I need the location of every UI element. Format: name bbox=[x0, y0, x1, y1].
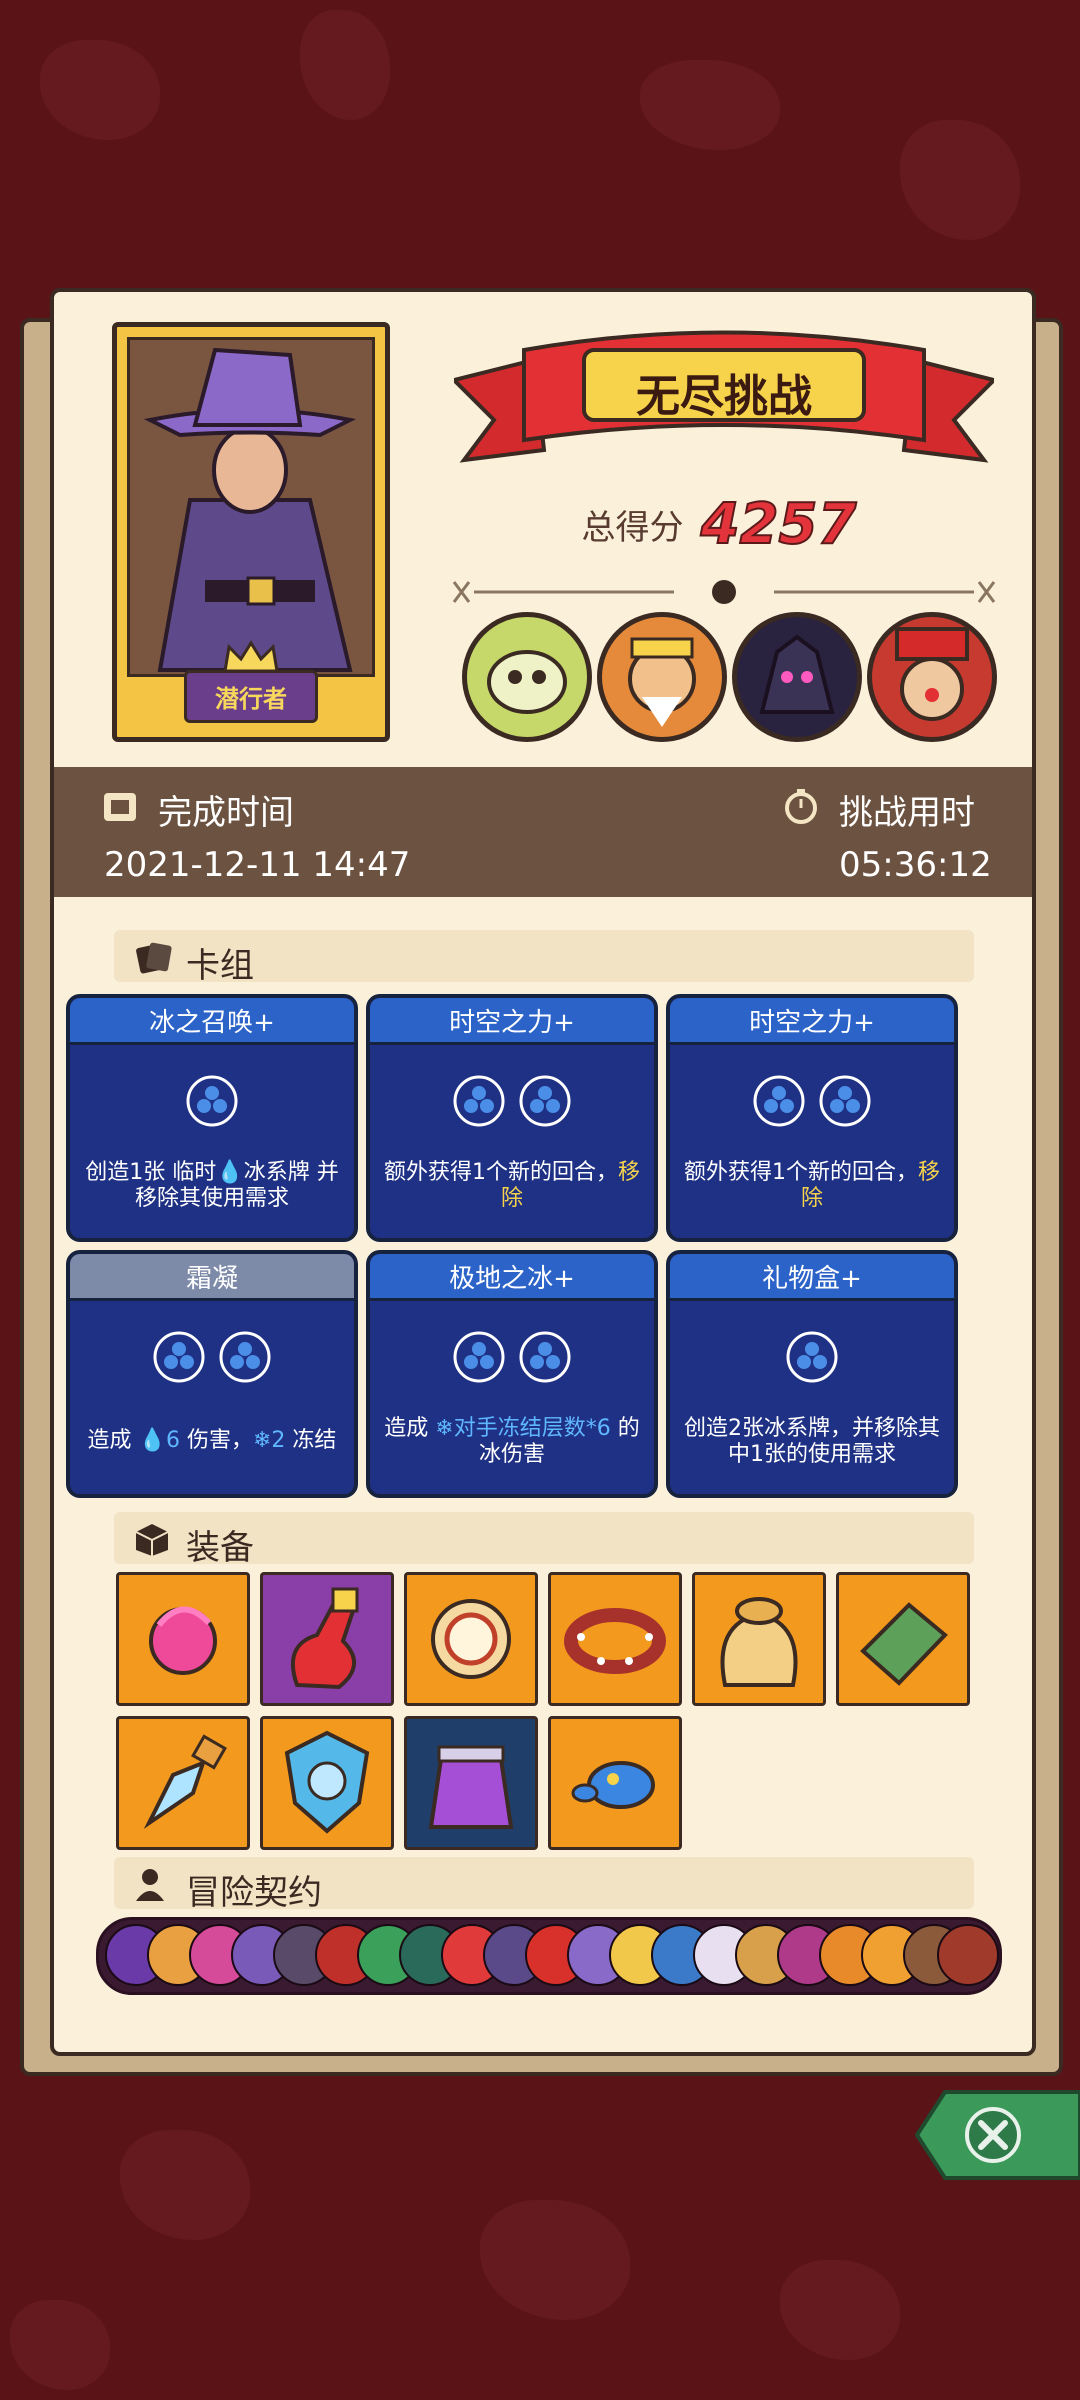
energy-orb-icon bbox=[186, 1075, 238, 1127]
card-header: 冰之召唤+ bbox=[70, 998, 354, 1045]
background-pattern bbox=[300, 10, 390, 120]
energy-orb-icon bbox=[453, 1075, 505, 1127]
result-panel: 潜行者 无尽挑战 总得分 4257 完成时间 2021-12-11 14:47 … bbox=[50, 288, 1036, 2056]
duration-value: 05:36:12 bbox=[839, 845, 992, 885]
energy-orb-icon bbox=[753, 1075, 805, 1127]
card-frost[interactable]: 霜凝 造成 💧6 伤害，❄2 冻结 bbox=[66, 1250, 358, 1498]
background-pattern bbox=[10, 2300, 110, 2390]
card-header: 时空之力+ bbox=[370, 998, 654, 1045]
card-title: 礼物盒+ bbox=[762, 1264, 862, 1294]
deck-section-title: 卡组 bbox=[186, 946, 254, 986]
score-value: 4257 bbox=[700, 491, 858, 558]
box-icon bbox=[135, 1524, 169, 1556]
background-pattern bbox=[780, 2260, 900, 2360]
deck-section-header: 卡组 bbox=[114, 930, 974, 986]
equipment-section-header: 装备 bbox=[114, 1512, 974, 1568]
card-gift-box[interactable]: 礼物盒+ 创造2张冰系牌，并移除其中1张的使用需求 bbox=[666, 1250, 958, 1498]
ice-crystal-icon[interactable] bbox=[116, 1716, 250, 1850]
shadow-boss-icon[interactable] bbox=[732, 612, 862, 742]
challenge-info-bar: 完成时间 2021-12-11 14:47 挑战用时 05:36:12 bbox=[54, 767, 1032, 897]
duration-label: 挑战用时 bbox=[839, 793, 975, 833]
ornament-divider bbox=[452, 580, 996, 604]
card-description: 造成 💧6 伤害，❄2 冻结 bbox=[87, 1428, 337, 1453]
equipment-section-title: 装备 bbox=[186, 1528, 254, 1568]
total-score: 总得分 4257 bbox=[449, 491, 989, 558]
contracts-section-header: 冒险契约 bbox=[114, 1857, 974, 1913]
blue-slime-icon[interactable] bbox=[548, 1716, 682, 1850]
frost-shield-icon[interactable] bbox=[260, 1716, 394, 1850]
card-header: 霜凝 bbox=[70, 1254, 354, 1301]
card-cost bbox=[670, 1330, 954, 1388]
card-description: 创造2张冰系牌，并移除其中1张的使用需求 bbox=[684, 1416, 940, 1467]
background-pattern bbox=[120, 2130, 250, 2240]
card-title: 极地之冰+ bbox=[449, 1264, 575, 1294]
energy-orb-icon bbox=[819, 1075, 871, 1127]
completion-time-value: 2021-12-11 14:47 bbox=[104, 845, 411, 885]
contracts-section-title: 冒险契约 bbox=[186, 1873, 322, 1913]
card-title: 时空之力+ bbox=[449, 1008, 575, 1038]
calendar-icon bbox=[104, 793, 136, 821]
cards-icon bbox=[136, 942, 172, 974]
skeleton-boss-icon[interactable] bbox=[462, 612, 592, 742]
purple-jug-icon[interactable] bbox=[404, 1716, 538, 1850]
card-description: 额外获得1个新的回合，移除 bbox=[383, 1160, 640, 1211]
endless-challenge-banner: 无尽挑战 bbox=[450, 320, 998, 480]
character-name: 潜行者 bbox=[184, 670, 318, 723]
card-title: 霜凝 bbox=[185, 1264, 238, 1294]
card-cost bbox=[370, 1074, 654, 1132]
sage-boss-icon[interactable] bbox=[597, 612, 727, 742]
energy-orb-icon bbox=[453, 1331, 505, 1383]
character-portrait[interactable]: 潜行者 bbox=[112, 322, 390, 742]
completion-time-label: 完成时间 bbox=[158, 793, 294, 833]
stopwatch-icon bbox=[785, 789, 817, 824]
energy-orb-icon bbox=[153, 1331, 205, 1383]
energy-orb-icon bbox=[786, 1331, 838, 1383]
clown-boss-icon[interactable] bbox=[867, 612, 997, 742]
background-pattern bbox=[900, 120, 1020, 240]
card-cost bbox=[370, 1330, 654, 1388]
person-icon bbox=[136, 1869, 164, 1901]
card-cost bbox=[70, 1074, 354, 1132]
card-header: 极地之冰+ bbox=[370, 1254, 654, 1301]
card-polar-ice[interactable]: 极地之冰+ 造成 ❄对手冻结层数*6 的冰伤害 bbox=[366, 1250, 658, 1498]
card-description: 创造1张 临时💧冰系牌 并移除其使用需求 bbox=[85, 1160, 339, 1211]
red-potion-icon[interactable] bbox=[260, 1572, 394, 1706]
card-title: 冰之召唤+ bbox=[149, 1008, 275, 1038]
background-pattern bbox=[480, 2200, 630, 2320]
gold-sack-icon[interactable] bbox=[692, 1572, 826, 1706]
card-ice-summon[interactable]: 冰之召唤+ 创造1张 临时💧冰系牌 并移除其使用需求 bbox=[66, 994, 358, 1242]
green-tome-icon[interactable] bbox=[836, 1572, 970, 1706]
card-description: 造成 ❄对手冻结层数*6 的冰伤害 bbox=[384, 1416, 640, 1467]
card-time-power[interactable]: 时空之力+ 额外获得1个新的回合，移除 bbox=[366, 994, 658, 1242]
character-art bbox=[127, 337, 375, 677]
adventure-contracts-strip[interactable] bbox=[96, 1917, 1002, 1995]
energy-orb-icon bbox=[219, 1331, 271, 1383]
background-pattern bbox=[640, 60, 780, 150]
banner-title: 无尽挑战 bbox=[636, 371, 812, 422]
card-header: 时空之力+ bbox=[670, 998, 954, 1045]
spiked-collar-icon[interactable] bbox=[548, 1572, 682, 1706]
background-pattern bbox=[40, 40, 160, 140]
card-cost bbox=[670, 1074, 954, 1132]
card-header: 礼物盒+ bbox=[670, 1254, 954, 1301]
defeated-bosses bbox=[462, 612, 1002, 742]
shield-ring-icon[interactable] bbox=[404, 1572, 538, 1706]
contract-icon[interactable] bbox=[937, 1924, 999, 1986]
energy-orb-icon bbox=[519, 1075, 571, 1127]
card-cost bbox=[70, 1330, 354, 1388]
card-title: 时空之力+ bbox=[749, 1008, 875, 1038]
card-time-power[interactable]: 时空之力+ 额外获得1个新的回合，移除 bbox=[666, 994, 958, 1242]
energy-orb-icon bbox=[519, 1331, 571, 1383]
card-description: 额外获得1个新的回合，移除 bbox=[683, 1160, 940, 1211]
close-button[interactable] bbox=[914, 2090, 1080, 2180]
score-label: 总得分 bbox=[581, 508, 684, 548]
flame-orb-icon[interactable] bbox=[116, 1572, 250, 1706]
